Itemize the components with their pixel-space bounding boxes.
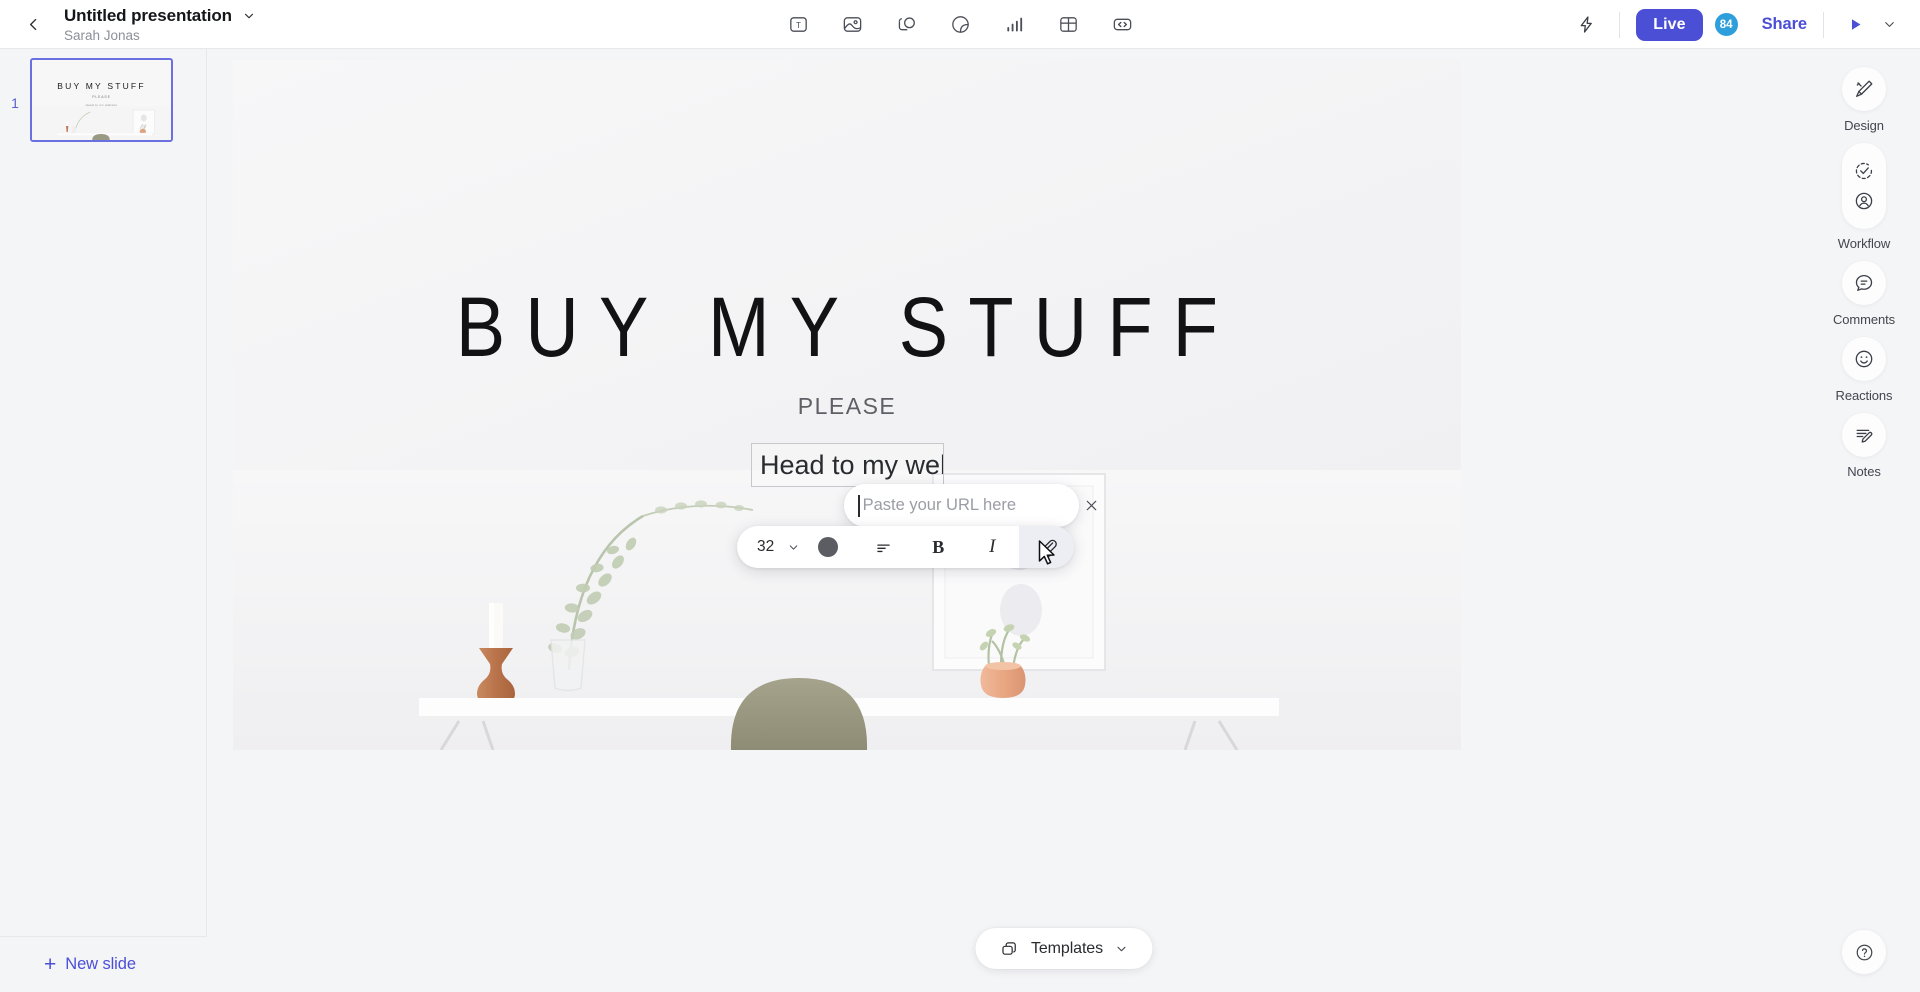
play-triangle-icon [1851,19,1860,30]
align-left-icon [877,543,890,552]
design-icon-circle [1842,67,1886,111]
workflow-icon-pill [1841,143,1886,229]
question-mark-icon [1856,944,1872,960]
chevron-left-icon [29,18,36,30]
app-header: Untitled presentation Sarah Jonas T Live… [0,0,1920,49]
new-slide-label: New slide [65,955,136,973]
code-embed-icon [1113,18,1131,30]
table-tool-button[interactable] [1053,9,1083,39]
live-button[interactable]: Live [1636,8,1703,41]
text-format-toolbar: 32 B I [737,526,1074,568]
sidebar-label-reactions: Reactions [1835,388,1893,403]
list-item[interactable]: 1 BUY MY STUFF PLEASE Head to my website [0,58,207,142]
sidebar-label-workflow: Workflow [1837,236,1891,251]
slide-subtitle[interactable]: PLEASE [233,393,1461,420]
new-slide-button[interactable]: + New slide [0,936,207,992]
page-title: Untitled presentation [64,5,232,25]
document-author: Sarah Jonas [64,27,140,43]
link-paperclip-icon [1042,539,1058,557]
chevron-down-icon [789,544,798,550]
lightning-bolt-icon [1580,16,1592,33]
presentation-editor: Untitled presentation Sarah Jonas T Live… [0,0,1920,992]
layers-icon [1001,942,1016,955]
templates-button[interactable]: Templates [974,928,1153,969]
sidebar-item-workflow[interactable]: Workflow [1838,143,1890,251]
comment-bubble-icon [1855,275,1873,291]
templates-label: Templates [1030,939,1104,957]
slide-canvas[interactable]: BUY MY STUFF PLEASE Head to my website [233,60,1461,750]
share-button[interactable]: Share [1762,15,1807,34]
close-x-icon [1086,500,1096,511]
sidebar-label-comments: Comments [1832,312,1896,327]
bold-button[interactable]: B [911,526,965,568]
present-options-button[interactable] [1876,10,1902,40]
canvas-area: BUY MY STUFF PLEASE Head to my website 3… [207,49,1920,992]
text-cursor [858,494,860,517]
right-sidebar: Design Workflow Comments Reactions Notes [1808,49,1920,992]
image-icon [843,16,861,32]
link-button[interactable] [1019,526,1074,568]
shapes-tool-button[interactable] [891,9,921,39]
sidebar-label-notes: Notes [1847,464,1881,479]
header-actions: Live 84 Share [1569,0,1920,49]
plus-icon: + [44,953,57,976]
thumbnail-scene-image [32,106,171,140]
notes-icon-circle [1842,413,1886,457]
image-tool-button[interactable] [837,9,867,39]
bar-chart-icon [1006,17,1022,32]
url-input[interactable] [862,496,1083,515]
chart-tool-button[interactable] [999,9,1029,39]
title-dropdown-button[interactable] [242,9,256,23]
color-swatch [818,537,839,557]
insert-toolbar: T [783,9,1137,39]
url-popup [844,484,1096,527]
sidebar-label-design: Design [1844,118,1884,133]
svg-text:T: T [796,20,801,29]
shapes-icon [898,16,915,30]
quick-actions-button[interactable] [1569,8,1603,42]
sticker-tool-button[interactable] [945,9,975,39]
help-button[interactable] [1842,930,1886,974]
table-icon [1059,16,1077,32]
comments-icon-circle [1842,261,1886,305]
font-size-value: 32 [757,538,775,555]
paintbrush-icon [1856,80,1873,97]
person-circle-icon [1855,192,1873,210]
chevron-down-icon [1116,946,1126,951]
sidebar-item-comments[interactable]: Comments [1833,261,1895,327]
present-button[interactable] [1840,10,1870,40]
sidebar-item-reactions[interactable]: Reactions [1836,337,1893,403]
slides-panel: 1 BUY MY STUFF PLEASE Head to my website [0,49,207,992]
avatar[interactable]: 84 [1712,11,1740,38]
link-textbox[interactable]: Head to my website [751,443,944,487]
italic-button[interactable]: I [965,526,1019,568]
close-url-popup-button[interactable] [1083,484,1100,527]
font-size-dropdown[interactable]: 32 [737,538,800,556]
slide-number: 1 [11,95,19,111]
sticker-icon [951,15,969,33]
header-divider-2 [1823,11,1824,38]
reactions-icon-circle [1841,337,1886,381]
align-button[interactable] [856,526,911,568]
embed-tool-button[interactable] [1107,9,1137,39]
sidebar-item-notes[interactable]: Notes [1842,413,1886,479]
text-color-button[interactable] [800,526,856,568]
slide-title[interactable]: BUY MY STUFF [307,279,1388,376]
text-tool-button[interactable]: T [783,9,813,39]
thumbnail-subtitle: PLEASE [92,95,111,99]
chevron-down-icon [1884,22,1894,27]
notes-pencil-icon [1856,429,1873,443]
chevron-down-icon [244,13,254,18]
check-circle-icon [1855,162,1873,180]
thumbnail-title: BUY MY STUFF [57,81,146,91]
document-title-block: Untitled presentation Sarah Jonas [64,6,256,43]
header-divider-1 [1619,11,1621,38]
text-box-icon: T [789,16,807,32]
slide-thumbnail[interactable]: BUY MY STUFF PLEASE Head to my website [30,58,173,142]
back-button[interactable] [12,3,54,45]
smiley-face-icon [1855,350,1873,368]
sidebar-item-design[interactable]: Design [1842,67,1886,133]
